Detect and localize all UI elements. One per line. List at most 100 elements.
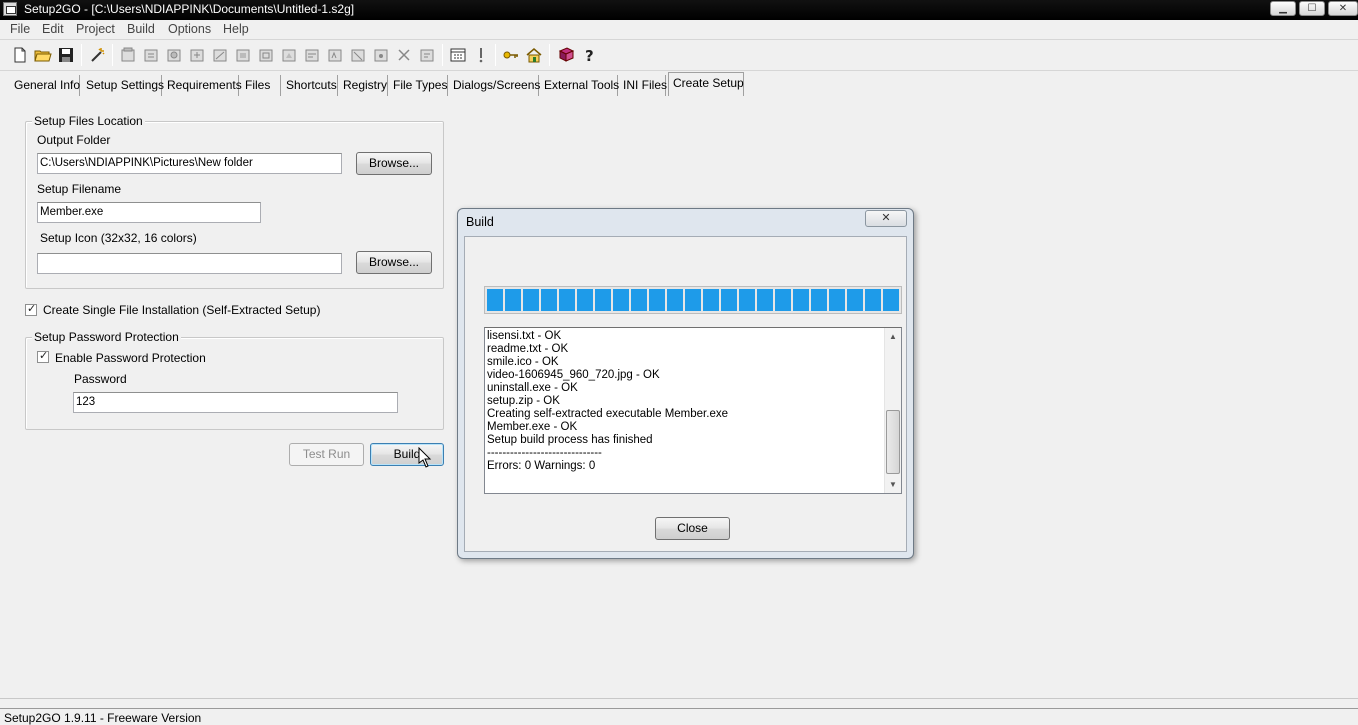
tab-dialogs-screens[interactable]: Dialogs/Screens [453, 75, 540, 96]
properties-icon[interactable] [417, 45, 437, 65]
log-line: uninstall.exe - OK [487, 382, 578, 394]
minimize-icon[interactable]: ▁ [1270, 1, 1296, 16]
log-line: ------------------------------ [487, 447, 602, 459]
main-panel-bottom-border [0, 698, 1358, 699]
tab-requirements[interactable]: Requirements [167, 75, 242, 96]
setup-filename-input[interactable]: Member.exe [37, 202, 261, 223]
output-folder-input[interactable]: C:\Users\NDIAPPINK\Pictures\New folder [37, 153, 342, 174]
log-scrollbar[interactable]: ▲ ▼ [884, 328, 901, 493]
build-log-lines: lisensi.txt - OK readme.txt - OK smile.ico… [487, 330, 728, 473]
tab-setup-settings[interactable]: Setup Settings [86, 75, 164, 96]
project-tool-icon-1[interactable] [118, 45, 138, 65]
key-icon[interactable] [501, 45, 521, 65]
output-folder-label: Output Folder [37, 133, 111, 147]
scroll-thumb[interactable] [886, 410, 900, 474]
scroll-up-icon[interactable]: ▲ [885, 328, 901, 345]
dialog-close-button[interactable]: Close [655, 517, 730, 540]
single-file-label: Create Single File Installation (Self-Ex… [43, 303, 321, 317]
browse-icon-button[interactable]: Browse... [356, 251, 432, 274]
tab-file-types[interactable]: File Types [393, 75, 448, 96]
project-tool-icon-6[interactable] [233, 45, 253, 65]
menu-bar: File Edit Project Build Options Help [0, 20, 1358, 39]
group-title-password: Setup Password Protection [32, 330, 181, 344]
wizard-icon[interactable] [88, 45, 108, 65]
maximize-icon[interactable]: ☐ [1299, 1, 1325, 16]
log-line: Setup build process has finished [487, 434, 653, 446]
tab-strip: General Info Setup Settings Requirements… [0, 72, 1358, 96]
setup-icon-label: Setup Icon (32x32, 16 colors) [40, 231, 197, 245]
build-progress-bar [484, 286, 902, 314]
app-icon [3, 2, 17, 16]
test-run-button[interactable]: Test Run [289, 443, 364, 466]
log-line: readme.txt - OK [487, 343, 569, 355]
log-line: smile.ico - OK [487, 356, 559, 368]
log-line: Creating self-extracted executable Membe… [487, 408, 728, 420]
project-tool-icon-11[interactable] [348, 45, 368, 65]
password-label: Password [74, 372, 127, 386]
tab-general-info[interactable]: General Info [14, 75, 80, 96]
progress-segment [649, 289, 665, 311]
project-tool-icon-9[interactable] [302, 45, 322, 65]
build-dialog: Build ✕ lisensi.txt - OK readme.txt - OK s… [457, 208, 914, 559]
help-book-icon[interactable] [556, 45, 576, 65]
build-icon[interactable] [448, 45, 468, 65]
tab-external-tools[interactable]: External Tools [544, 75, 619, 96]
close-icon[interactable]: ✕ [1328, 1, 1358, 16]
project-tool-icon-10[interactable] [325, 45, 345, 65]
progress-segment [541, 289, 557, 311]
project-tool-icon-3[interactable] [164, 45, 184, 65]
progress-segment [559, 289, 575, 311]
save-icon[interactable] [56, 45, 76, 65]
menu-file[interactable]: File [10, 22, 30, 36]
tab-ini-files[interactable]: INI Files [623, 75, 667, 96]
window-title: Setup2GO - [C:\Users\NDIAPPINK\Documents… [24, 2, 355, 16]
log-line: setup.zip - OK [487, 395, 560, 407]
progress-segment [613, 289, 629, 311]
progress-segment [829, 289, 845, 311]
enable-password-label: Enable Password Protection [55, 351, 206, 365]
build-log: lisensi.txt - OK readme.txt - OK smile.ico… [484, 327, 902, 494]
project-tool-icon-2[interactable] [141, 45, 161, 65]
tab-shortcuts[interactable]: Shortcuts [286, 75, 338, 96]
menu-edit[interactable]: Edit [42, 22, 64, 36]
scroll-down-icon[interactable]: ▼ [885, 476, 901, 493]
open-folder-icon[interactable] [33, 45, 53, 65]
build-button[interactable]: Build [370, 443, 444, 466]
project-tool-icon-8[interactable] [279, 45, 299, 65]
dialog-close-icon[interactable]: ✕ [865, 210, 907, 227]
single-file-checkbox[interactable]: ✓ [25, 303, 37, 316]
progress-segment [865, 289, 881, 311]
status-text: Setup2GO 1.9.11 - Freeware Version [4, 711, 202, 725]
project-tool-icon-4[interactable] [187, 45, 207, 65]
menu-build[interactable]: Build [127, 22, 155, 36]
status-bar: Setup2GO 1.9.11 - Freeware Version [0, 708, 1358, 725]
progress-segment [577, 289, 593, 311]
menu-options[interactable]: Options [168, 22, 211, 36]
window-controls: ▁ ☐ ✕ [1267, 0, 1358, 18]
tab-files[interactable]: Files [245, 75, 281, 96]
menu-help[interactable]: Help [223, 22, 249, 36]
tab-create-setup[interactable]: Create Setup [668, 72, 744, 96]
home-icon[interactable] [524, 45, 544, 65]
toolbar: ? [0, 39, 1358, 71]
project-tool-icon-12[interactable] [371, 45, 391, 65]
progress-segment [487, 289, 503, 311]
progress-segment [883, 289, 899, 311]
progress-segment [847, 289, 863, 311]
new-file-icon[interactable] [10, 45, 30, 65]
help-question-icon[interactable]: ? [579, 45, 599, 65]
delete-icon[interactable] [394, 45, 414, 65]
tab-registry[interactable]: Registry [343, 75, 388, 96]
progress-segment [631, 289, 647, 311]
run-icon[interactable] [471, 45, 491, 65]
project-tool-icon-5[interactable] [210, 45, 230, 65]
project-tool-icon-7[interactable] [256, 45, 276, 65]
enable-password-checkbox[interactable]: ✓ [37, 350, 49, 363]
progress-segment [667, 289, 683, 311]
checkmark-icon: ✓ [27, 303, 37, 315]
setup-icon-input[interactable] [37, 253, 342, 274]
progress-segment [703, 289, 719, 311]
menu-project[interactable]: Project [76, 22, 115, 36]
browse-output-button[interactable]: Browse... [356, 152, 432, 175]
password-input[interactable]: 123 [73, 392, 398, 413]
